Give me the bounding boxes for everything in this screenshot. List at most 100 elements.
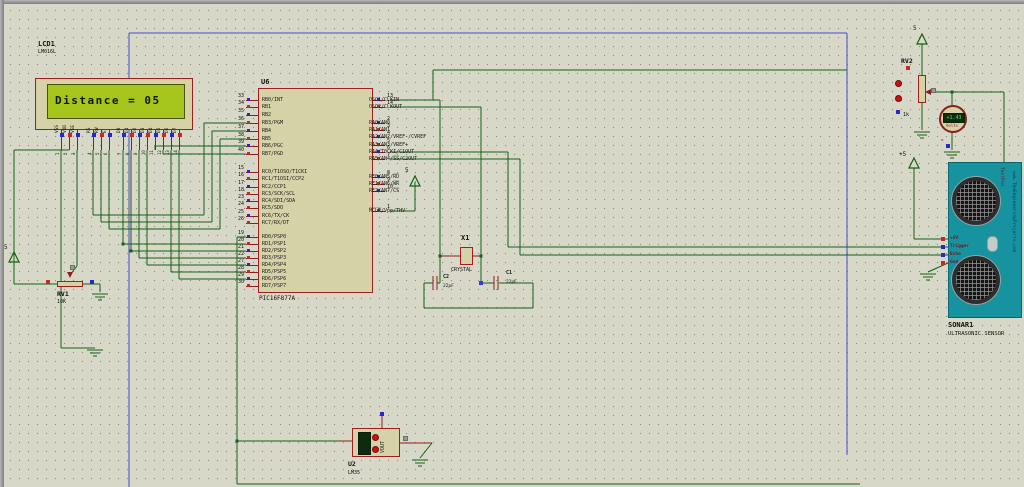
- sonar-testpin-label: TestPin: [999, 167, 1004, 186]
- sonar-pin-state: [941, 253, 945, 257]
- rv1-body[interactable]: [57, 281, 83, 287]
- mcu-pin-state: [247, 152, 250, 155]
- mcu-pin-number: 36: [230, 117, 244, 122]
- mcu-pin-state: [247, 270, 250, 273]
- lm35-body[interactable]: 150 VOUT: [352, 428, 400, 457]
- mcu-pin-state: [247, 177, 250, 180]
- mcu-pin-state: [247, 221, 250, 224]
- lcd-pin-number: 9: [133, 153, 138, 155]
- lcd-pin-number: 14: [173, 150, 178, 155]
- mcu-pin-state: [247, 98, 250, 101]
- mcu-pin-number: 17: [230, 181, 244, 186]
- schematic-canvas[interactable]: 555+5 LCD1 LM016L Distance = 05 U6 PIC16…: [0, 0, 1024, 487]
- crystal-label: CRYSTAL: [451, 267, 472, 273]
- lcd-pin-number: 6: [103, 153, 108, 155]
- mcu-pin-number: 30: [230, 280, 244, 285]
- mcu-pin-label: RB4: [262, 129, 271, 134]
- lcd-pin-number: 2: [63, 153, 68, 155]
- mcu-pin-number: 25: [230, 210, 244, 215]
- sonar-pin-label: +5V: [950, 236, 958, 241]
- svg-text:5: 5: [405, 167, 409, 174]
- drag-handle[interactable]: [403, 436, 408, 441]
- rv2-body[interactable]: [918, 75, 926, 103]
- lcd-pin-number: 5: [95, 153, 100, 155]
- mcu-pin-label: RC0/T1OSO/T1CKI: [262, 170, 307, 175]
- lcd-pin-state: [178, 133, 182, 137]
- sonar-body[interactable]: TestPin www.TheEngineeringProjects.com: [948, 162, 1022, 318]
- mcu-pin-state: [247, 249, 250, 252]
- mcu-pin-state: [247, 277, 250, 280]
- voltmeter-minus: -: [940, 136, 944, 144]
- drag-handle[interactable]: [70, 265, 75, 270]
- lcd-pin-number: 10: [141, 150, 146, 155]
- rv1-value: 10K: [57, 299, 66, 305]
- mcu-pin-label: RB5: [262, 137, 271, 142]
- sonar-brand-text: www.TheEngineeringProjects.com: [1011, 171, 1016, 316]
- mcu-pin-number: 38: [230, 133, 244, 138]
- lcd-pin-state: [154, 133, 158, 137]
- mcu-pin-state: [247, 113, 250, 116]
- lm35-increase-button[interactable]: [372, 434, 379, 441]
- lcd-display[interactable]: Distance = 05: [35, 78, 193, 130]
- rv2-increase-button[interactable]: [895, 80, 902, 87]
- mcu-pin-number: 29: [230, 273, 244, 278]
- lcd-pin-name: VDD: [63, 125, 68, 133]
- sonar-transmitter: [952, 177, 1000, 225]
- window-left-edge: [0, 0, 4, 487]
- sonar-subtitle: ULTRASONIC SENSOR: [948, 331, 1004, 337]
- crystal-ref: X1: [461, 234, 469, 242]
- mcu-pin-label: RB0/INT: [262, 98, 283, 103]
- mcu-pin-state: [247, 214, 250, 217]
- lcd-screen: Distance = 05: [47, 84, 185, 119]
- rv1-ref: RV1: [57, 290, 69, 298]
- mcu-pin-number: 34: [230, 101, 244, 106]
- mcu-pin-label: RD0/PSP0: [262, 235, 286, 240]
- lcd-pin-state: [122, 133, 126, 137]
- mcu-pin-label: RD2/PSP2: [262, 249, 286, 254]
- lm35-decrease-button[interactable]: [372, 446, 379, 453]
- mcu-pin-label: RC1/T1OSI/CCP2: [262, 177, 304, 182]
- lm35-display: 150: [358, 432, 371, 455]
- rv2-bottom-state: [896, 110, 900, 114]
- mcu-pin-label: RD3/PSP3: [262, 256, 286, 261]
- mcu-pin-state: [247, 242, 250, 245]
- sonar-pin-state: [941, 237, 945, 241]
- rv2-decrease-button[interactable]: [895, 95, 902, 102]
- lm35-display-value: 150: [358, 444, 361, 453]
- mcu-pin-number: 21: [230, 245, 244, 250]
- mcu-pin-state: [247, 137, 250, 140]
- mcu-pin-label: RB2: [262, 113, 271, 118]
- mcu-pin-state: [247, 256, 250, 259]
- mcu-pin-number: 27: [230, 259, 244, 264]
- mcu-pin-state: [247, 284, 250, 287]
- lcd-pin-state: [68, 133, 72, 137]
- voltmeter[interactable]: +1.43 Volts: [939, 105, 967, 133]
- cap1-value: 22pF: [506, 280, 517, 285]
- mcu-pin-label: RD5/PSP5: [262, 270, 286, 275]
- mcu-pin-state: [247, 144, 250, 147]
- lm35-ref: U2: [348, 460, 356, 468]
- voltmeter-unit: Volts: [946, 123, 958, 128]
- lcd-pin-number: 12: [157, 150, 162, 155]
- sonar-ref: SONAR1: [948, 321, 973, 329]
- lcd-pin-state: [130, 133, 134, 137]
- lcd-pin-state: [60, 133, 64, 137]
- mcu-pin-number: 16: [230, 173, 244, 178]
- mcu-pin-number: 40: [230, 148, 244, 153]
- rv2-ref: RV2: [901, 57, 913, 65]
- crystal-body[interactable]: [460, 247, 473, 265]
- mcu-pin-number: 20: [230, 238, 244, 243]
- mcu-pin-number: 26: [230, 217, 244, 222]
- mcu-pin-label: RB1: [262, 105, 271, 110]
- mcu-pin-state: [247, 263, 250, 266]
- mcu-pin-number: 37: [230, 125, 244, 130]
- drag-handle[interactable]: [931, 88, 936, 93]
- mcu-pin-state: [247, 192, 250, 195]
- mcu-pin-number: 33: [230, 94, 244, 99]
- lm35-part: LM35: [348, 470, 360, 476]
- mcu-pin-label: RC5/SDO: [262, 206, 283, 211]
- mcu-pin-number: 19: [230, 231, 244, 236]
- lm35-vout-label: VOUT: [380, 441, 386, 453]
- mcu-pin-number: 24: [230, 202, 244, 207]
- rv2-top-state: [906, 66, 910, 70]
